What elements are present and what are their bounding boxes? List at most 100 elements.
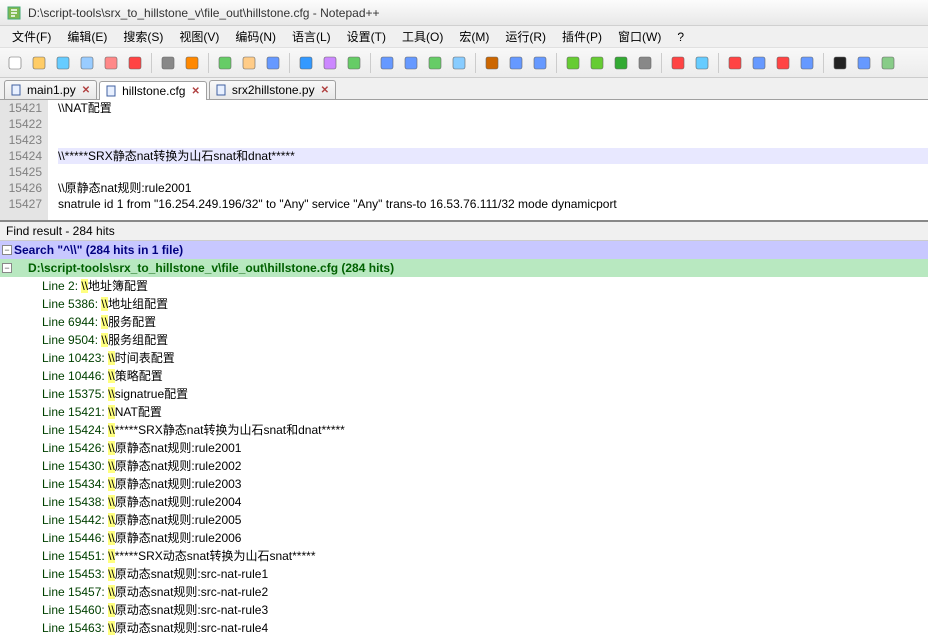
file-icon — [216, 84, 228, 96]
hit-line-label: Line 15460: — [42, 603, 105, 617]
terminal-button[interactable] — [829, 52, 851, 74]
find-hit[interactable]: Line 15446: \\原静态nat规则:rule2006 — [0, 529, 928, 547]
tab-close-icon[interactable]: ✕ — [191, 86, 199, 97]
paste-button[interactable] — [238, 52, 260, 74]
tab-main1-py[interactable]: main1.py✕ — [4, 80, 97, 99]
open-button[interactable] — [28, 52, 50, 74]
redo-button[interactable] — [295, 52, 317, 74]
find-result-header: Find result - 284 hits — [0, 220, 928, 241]
code-line[interactable] — [58, 132, 928, 148]
find-hit[interactable]: Line 10423: \\时间表配置 — [0, 349, 928, 367]
save-button[interactable] — [52, 52, 74, 74]
hit-text: 服务配置 — [108, 315, 156, 329]
find-hit[interactable]: Line 15463: \\原动态snat规则:src-nat-rule4 — [0, 619, 928, 637]
find-hit[interactable]: Line 15434: \\原静态nat规则:rule2003 — [0, 475, 928, 493]
zoom-in-button[interactable] — [376, 52, 398, 74]
save-all-button[interactable] — [76, 52, 98, 74]
file-summary[interactable]: D:\script-tools\srx_to_hillstone_v\file_… — [0, 259, 928, 277]
spell-button[interactable] — [877, 52, 899, 74]
sync-button[interactable] — [424, 52, 446, 74]
code-line[interactable] — [58, 164, 928, 180]
tab-hillstone-cfg[interactable]: hillstone.cfg✕ — [99, 81, 207, 100]
copy-button[interactable] — [214, 52, 236, 74]
find-hit[interactable]: Line 15426: \\原静态nat规则:rule2001 — [0, 439, 928, 457]
run-button[interactable] — [691, 52, 713, 74]
play2-button[interactable] — [796, 52, 818, 74]
unfold-button[interactable] — [586, 52, 608, 74]
close-all-button[interactable] — [124, 52, 146, 74]
hit-line-label: Line 15463: — [42, 621, 105, 635]
editor-area[interactable]: 15421154221542315424154251542615427 \\NA… — [0, 100, 928, 220]
menu-4[interactable]: 编码(N) — [227, 26, 284, 47]
fold-toggle-search[interactable]: − — [2, 245, 12, 255]
find-hit[interactable]: Line 6944: \\服务配置 — [0, 313, 928, 331]
menu-11[interactable]: 窗口(W) — [610, 26, 669, 47]
stop-button[interactable] — [772, 52, 794, 74]
code-line[interactable]: \\NAT配置 — [58, 100, 928, 116]
hit-text: 地址簿配置 — [88, 279, 148, 293]
tab-close-icon[interactable]: ✕ — [82, 85, 90, 96]
menu-12[interactable]: ? — [669, 28, 692, 46]
menu-10[interactable]: 插件(P) — [554, 26, 610, 47]
code-line[interactable] — [58, 116, 928, 132]
undo-button[interactable] — [262, 52, 284, 74]
menu-5[interactable]: 语言(L) — [284, 26, 339, 47]
zoom-out-button[interactable] — [400, 52, 422, 74]
hit-line-label: Line 10446: — [42, 369, 105, 383]
find-hit[interactable]: Line 10446: \\策略配置 — [0, 367, 928, 385]
file-icon — [106, 85, 118, 97]
menu-3[interactable]: 视图(V) — [171, 26, 227, 47]
find-hit[interactable]: Line 15421: \\NAT配置 — [0, 403, 928, 421]
match-highlight: \\ — [108, 513, 115, 527]
menu-7[interactable]: 工具(O) — [394, 26, 451, 47]
find-hit[interactable]: Line 15375: \\signatrue配置 — [0, 385, 928, 403]
chars-button[interactable] — [481, 52, 503, 74]
menu-1[interactable]: 编辑(E) — [59, 26, 115, 47]
find-hit[interactable]: Line 5386: \\地址组配置 — [0, 295, 928, 313]
wrap-button[interactable] — [448, 52, 470, 74]
fold-button[interactable] — [562, 52, 584, 74]
bookmark-button[interactable] — [634, 52, 656, 74]
menu-9[interactable]: 运行(R) — [497, 26, 554, 47]
find-hit[interactable]: Line 15442: \\原静态nat规则:rule2005 — [0, 511, 928, 529]
menu-0[interactable]: 文件(F) — [4, 26, 59, 47]
tab-srx2hillstone-py[interactable]: srx2hillstone.py✕ — [209, 80, 336, 99]
menu-8[interactable]: 宏(M) — [451, 26, 497, 47]
find-hit[interactable]: Line 9504: \\服务组配置 — [0, 331, 928, 349]
keyboard-button[interactable] — [853, 52, 875, 74]
find-hit[interactable]: Line 15457: \\原动态snat规则:src-nat-rule2 — [0, 583, 928, 601]
tab-close-icon[interactable]: ✕ — [321, 85, 329, 96]
find-button[interactable] — [319, 52, 341, 74]
find-hit[interactable]: Line 15424: \\*****SRX静态nat转换为山石snat和dna… — [0, 421, 928, 439]
fold-toggle-file[interactable]: − — [2, 263, 12, 273]
comment-button[interactable] — [610, 52, 632, 74]
print-button[interactable] — [157, 52, 179, 74]
replace-button[interactable] — [343, 52, 365, 74]
hit-text: *****SRX动态snat转换为山石snat***** — [115, 549, 316, 563]
menu-2[interactable]: 搜索(S) — [115, 26, 171, 47]
find-hit[interactable]: Line 15438: \\原静态nat规则:rule2004 — [0, 493, 928, 511]
record-button[interactable] — [724, 52, 746, 74]
find-hit[interactable]: Line 2: \\地址簿配置 — [0, 277, 928, 295]
find-hit[interactable]: Line 15430: \\原静态nat规则:rule2002 — [0, 457, 928, 475]
code-line[interactable]: \\*****SRX静态nat转换为山石snat和dnat***** — [58, 148, 928, 164]
hit-line-label: Line 9504: — [42, 333, 98, 347]
code-line[interactable]: snatrule id 1 from "16.254.249.196/32" t… — [58, 196, 928, 212]
find-hit[interactable]: Line 15451: \\*****SRX动态snat转换为山石snat***… — [0, 547, 928, 565]
find-hit[interactable]: Line 15460: \\原动态snat规则:src-nat-rule3 — [0, 601, 928, 619]
new-button[interactable] — [4, 52, 26, 74]
code-line[interactable]: \\原静态nat规则:rule2001 — [58, 180, 928, 196]
code-content[interactable]: \\NAT配置 \\*****SRX静态nat转换为山石snat和dnat****… — [48, 100, 928, 220]
close-button[interactable] — [100, 52, 122, 74]
outdent-button[interactable] — [529, 52, 551, 74]
play-button[interactable] — [748, 52, 770, 74]
func-button[interactable] — [667, 52, 689, 74]
match-highlight: \\ — [108, 387, 115, 401]
menu-6[interactable]: 设置(T) — [339, 26, 394, 47]
find-result-panel[interactable]: − Search "^\\" (284 hits in 1 file) − D:… — [0, 241, 928, 641]
hit-line-label: Line 15421: — [42, 405, 105, 419]
find-hit[interactable]: Line 15453: \\原动态snat规则:src-nat-rule1 — [0, 565, 928, 583]
indent-button[interactable] — [505, 52, 527, 74]
cut-button[interactable] — [181, 52, 203, 74]
hit-text: 原静态nat规则:rule2002 — [115, 459, 242, 473]
